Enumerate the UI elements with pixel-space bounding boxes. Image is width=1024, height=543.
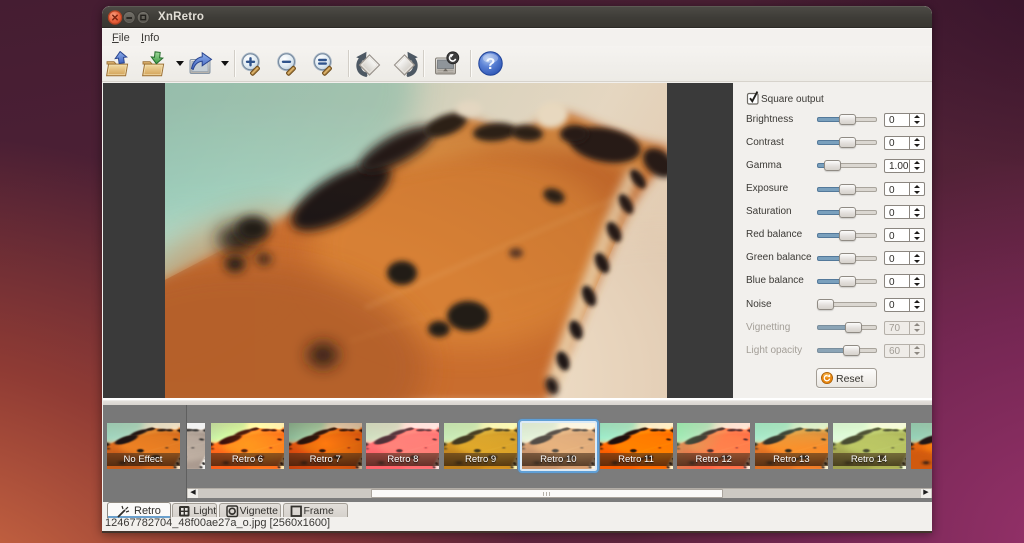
svg-text:?: ? (486, 56, 496, 73)
